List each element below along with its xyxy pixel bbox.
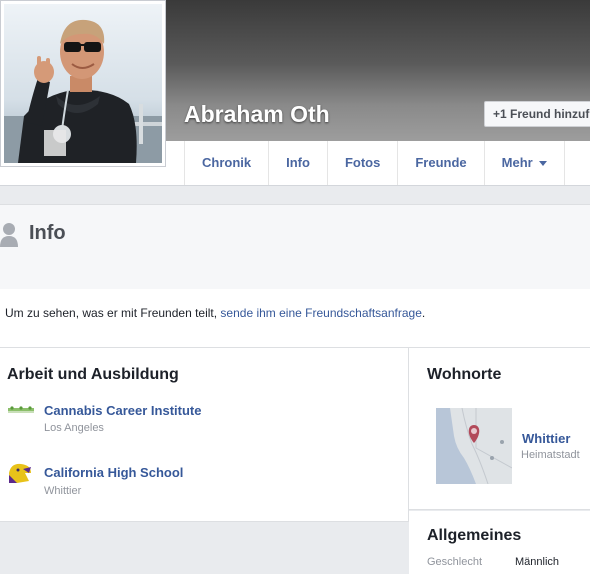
work-education-section: Arbeit und Ausbildung Cannabis Career In…	[0, 348, 409, 522]
school-entry-location: Whittier	[44, 485, 82, 497]
profile-name: Abraham Oth	[184, 101, 330, 127]
notice-end: .	[421, 306, 426, 320]
school-entry-name[interactable]: California High School	[44, 465, 183, 480]
add-friend-button[interactable]: +1 Freund hinzufügen	[484, 101, 590, 127]
profile-picture[interactable]	[0, 0, 166, 167]
place-type: Heimatstadt	[521, 449, 580, 461]
work-entry-location: Los Angeles	[44, 422, 104, 434]
tab-freunde[interactable]: Freunde	[398, 141, 485, 185]
places-section: Wohnorte Whittier Heimatstadt	[409, 348, 590, 510]
location-map[interactable]	[436, 408, 512, 484]
work-entry-name[interactable]: Cannabis Career Institute	[44, 403, 202, 418]
friend-request-link[interactable]: sende ihm eine Freundschaftsanfrage	[220, 306, 421, 320]
tab-chronik[interactable]: Chronik	[185, 141, 270, 185]
places-title: Wohnorte	[427, 366, 502, 383]
tab-mehr-label: Mehr	[501, 155, 533, 170]
general-section: Allgemeines Geschlecht Männlich	[409, 511, 590, 574]
info-header: Info	[0, 204, 590, 290]
place-city[interactable]: Whittier	[522, 431, 570, 446]
person-icon	[0, 223, 18, 247]
friend-request-notice: Um zu sehen, was er mit Freunden teilt, …	[0, 289, 590, 348]
work-education-title: Arbeit und Ausbildung	[7, 366, 179, 383]
caret-down-icon	[538, 161, 547, 167]
info-title: Info	[29, 222, 66, 244]
tab-info[interactable]: Info	[269, 141, 328, 185]
notice-text: Um zu sehen, was er mit Freunden teilt,	[5, 306, 221, 320]
add-friend-label: +1 Freund hinzufügen	[493, 107, 590, 121]
gender-label: Geschlecht	[427, 556, 483, 568]
general-title: Allgemeines	[427, 527, 522, 544]
school-logo-icon	[7, 461, 33, 485]
tab-fotos[interactable]: Fotos	[328, 141, 399, 185]
profile-photo-image	[4, 4, 162, 163]
institute-logo-icon	[8, 406, 34, 413]
gender-value: Männlich	[515, 556, 560, 568]
profile-tabs: Chronik Info Fotos Freunde Mehr	[184, 141, 565, 185]
tab-mehr[interactable]: Mehr	[485, 141, 565, 185]
